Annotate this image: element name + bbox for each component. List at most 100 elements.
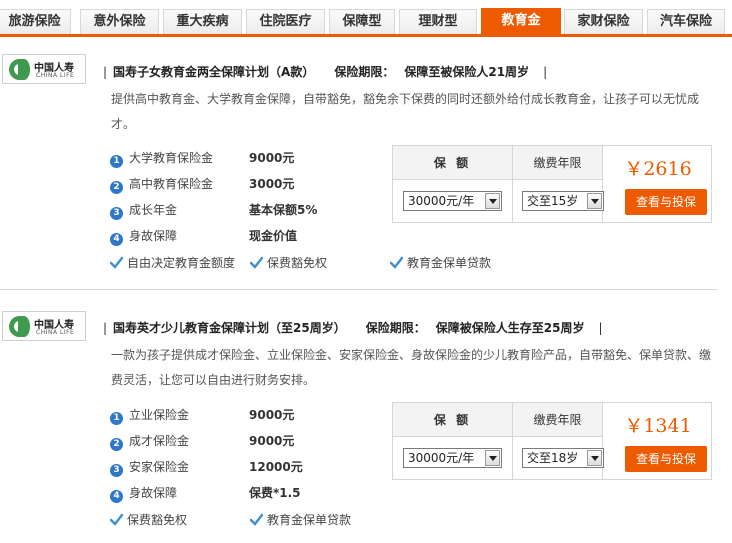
product-divider [0, 289, 718, 290]
period-label: 保险期限： [365, 321, 426, 335]
product-description: 一款为孩子提供成才保险金、立业保险金、安家保险金、身故保险金的少儿教育险产品，自… [111, 348, 712, 387]
amount-header: 保 额 [393, 146, 512, 180]
number-badge: 3 [110, 207, 123, 220]
feature-item: 3 成长年金 基本保额5% [110, 201, 318, 220]
feature-name: 立业保险金 [129, 408, 190, 422]
separator: | [103, 65, 108, 79]
checkmark-icon [250, 256, 263, 269]
amount-select[interactable]: 30000元/年 [403, 191, 502, 211]
feature-name: 身故保障 [129, 229, 178, 243]
benefit-label: 教育金保单贷款 [267, 513, 352, 527]
payment-years-header: 缴费年限 [513, 146, 602, 180]
feature-name: 成长年金 [129, 203, 178, 217]
feature-value: 9000元 [249, 408, 295, 422]
view-and-buy-button[interactable]: 查看与投保 [625, 446, 707, 472]
feature-name: 大学教育保险金 [129, 151, 214, 165]
number-badge: 2 [110, 181, 123, 194]
product-description: 提供高中教育金、大学教育金保障，自带豁免，豁免余下保费的同时还额外给付成长教育金… [111, 92, 700, 131]
china-life-emblem-icon [9, 316, 30, 337]
feature-name: 成才保险金 [129, 434, 190, 448]
separator: | [543, 65, 548, 79]
benefit-label: 教育金保单贷款 [407, 256, 492, 270]
feature-item: 2 成才保险金 9000元 [110, 432, 295, 451]
feature-item: 4 身故保障 现金价值 [110, 227, 298, 246]
benefit-check: 保费豁免权 [250, 254, 327, 272]
benefit-check: 教育金保单贷款 [390, 254, 491, 272]
feature-name: 高中教育保险金 [129, 177, 214, 191]
checkmark-icon [390, 256, 403, 269]
product-title-line: | 国寿子女教育金两全保障计划（A款） 保险期限： 保障至被保险人21周岁 | [97, 63, 553, 80]
tab-critical-illness[interactable]: 重大疾病 [163, 9, 242, 34]
logo-en-name: CHINA LIFE [36, 329, 75, 336]
feature-item: 1 大学教育保险金 9000元 [110, 149, 295, 168]
feature-value: 12000元 [249, 460, 303, 474]
premium-price: ￥2616 [624, 158, 692, 180]
checkmark-icon [110, 256, 123, 269]
tab-hospital-medical[interactable]: 住院医疗 [246, 9, 325, 34]
feature-item: 3 安家保险金 12000元 [110, 458, 303, 477]
china-life-logo[interactable]: 中国人寿 CHINA LIFE [2, 311, 86, 341]
tab-education-fund[interactable]: 教育金 [481, 8, 561, 34]
dropdown-arrow-icon[interactable] [587, 450, 602, 466]
feature-item: 2 高中教育保险金 3000元 [110, 175, 295, 194]
feature-name: 安家保险金 [129, 460, 190, 474]
benefit-check: 教育金保单贷款 [250, 511, 351, 529]
tabs-underline [0, 34, 732, 37]
number-badge: 4 [110, 490, 123, 503]
feature-item: 4 身故保障 保费*1.5 [110, 484, 301, 503]
dropdown-arrow-icon[interactable] [485, 450, 500, 466]
benefit-label: 保费豁免权 [267, 256, 328, 270]
number-badge: 4 [110, 233, 123, 246]
payment-years-header: 缴费年限 [513, 403, 602, 437]
checkmark-icon [110, 513, 123, 526]
number-badge: 1 [110, 412, 123, 425]
number-badge: 3 [110, 464, 123, 477]
china-life-emblem-icon [9, 59, 30, 80]
payment-years-select[interactable]: 交至15岁 [522, 191, 604, 211]
feature-value: 基本保额5% [249, 203, 318, 217]
feature-item: 1 立业保险金 9000元 [110, 406, 295, 425]
feature-name: 身故保障 [129, 486, 178, 500]
premium-price: ￥1341 [624, 415, 692, 437]
view-and-buy-button[interactable]: 查看与投保 [625, 189, 707, 215]
tab-protection-type[interactable]: 保障型 [329, 9, 395, 34]
category-tabs: 旅游保险 意外保险 重大疾病 住院医疗 保障型 理财型 教育金 家财保险 汽车保… [0, 0, 732, 37]
benefit-label: 自由决定教育金额度 [127, 256, 236, 270]
feature-value: 3000元 [249, 177, 295, 191]
tab-auto-insurance[interactable]: 汽车保险 [647, 9, 725, 34]
amount-header: 保 额 [393, 403, 512, 437]
payment-years-select[interactable]: 交至18岁 [522, 448, 604, 468]
benefit-check: 保费豁免权 [110, 511, 187, 529]
feature-value: 9000元 [249, 151, 295, 165]
pricing-table: 保 额 缴费年限 30000元/年 交至18岁 ￥1341 查看与投保 [392, 402, 712, 480]
product-title[interactable]: 国寿英才少儿教育金保障计划（至25周岁） [113, 321, 346, 335]
period-label: 保险期限： [334, 65, 395, 79]
tab-accident-insurance[interactable]: 意外保险 [80, 9, 159, 34]
amount-select[interactable]: 30000元/年 [403, 448, 502, 468]
dropdown-arrow-icon[interactable] [485, 193, 500, 209]
years-selected-value: 交至18岁 [527, 451, 579, 465]
china-life-logo[interactable]: 中国人寿 CHINA LIFE [2, 54, 86, 84]
period-value: 保障至被保险人21周岁 [404, 65, 530, 79]
dropdown-arrow-icon[interactable] [587, 193, 602, 209]
feature-value: 保费*1.5 [249, 486, 301, 500]
number-badge: 2 [110, 438, 123, 451]
checkmark-icon [250, 513, 263, 526]
product-title-line: | 国寿英才少儿教育金保障计划（至25周岁） 保险期限： 保障被保险人生存至25周岁 | [97, 319, 609, 336]
tab-wealth-type[interactable]: 理财型 [399, 9, 477, 34]
feature-value: 现金价值 [249, 229, 298, 243]
number-badge: 1 [110, 155, 123, 168]
benefit-check: 自由决定教育金额度 [110, 254, 235, 272]
pricing-table: 保 额 缴费年限 30000元/年 交至15岁 ￥2616 查看与投保 [392, 145, 712, 223]
years-selected-value: 交至15岁 [527, 194, 579, 208]
feature-value: 9000元 [249, 434, 295, 448]
logo-en-name: CHINA LIFE [36, 72, 75, 79]
benefit-label: 保费豁免权 [127, 513, 188, 527]
separator: | [598, 321, 603, 335]
tab-home-property[interactable]: 家财保险 [564, 9, 643, 34]
amount-selected-value: 30000元/年 [408, 194, 475, 208]
period-value: 保障被保险人生存至25周岁 [435, 321, 585, 335]
product-title[interactable]: 国寿子女教育金两全保障计划（A款） [113, 65, 314, 79]
tab-travel-insurance[interactable]: 旅游保险 [0, 9, 71, 34]
amount-selected-value: 30000元/年 [408, 451, 475, 465]
